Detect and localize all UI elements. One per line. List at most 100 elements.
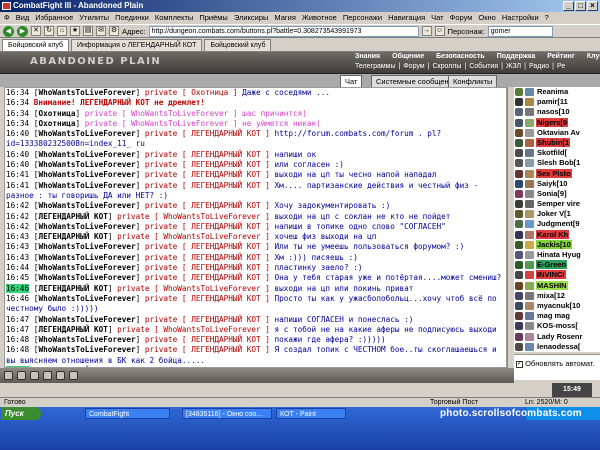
user-list-item[interactable]: Joker V[1	[514, 209, 600, 219]
smile-icon[interactable]	[4, 371, 13, 380]
game-nav-item[interactable]: Безопасность	[436, 53, 485, 60]
user-list-item[interactable]: MASHIN	[514, 280, 600, 291]
user-name[interactable]: nasos[10	[536, 107, 571, 116]
user-name[interactable]: INVINCI	[536, 270, 566, 280]
message-nick[interactable]: WhoWantsToLiveForever	[38, 129, 135, 138]
message-nick[interactable]: WhoWantsToLiveForever	[38, 335, 135, 344]
log-icon[interactable]	[69, 371, 78, 380]
message-nick[interactable]: WhoWantsToLiveForever	[38, 88, 135, 97]
menu-item[interactable]: Комплекты	[155, 12, 194, 24]
user-list-item[interactable]: Oktavian Av	[514, 128, 600, 138]
menu-item[interactable]: Избранное	[35, 12, 73, 24]
menu-item[interactable]: Приёмы	[199, 12, 227, 24]
favorites-icon[interactable]: ★	[70, 26, 80, 36]
message-private-tag[interactable]: private [ WhoWantsToLiveForever ]	[85, 109, 238, 118]
game-subnav-item[interactable]: Радио	[529, 63, 549, 70]
person-input[interactable]: gomer	[487, 25, 553, 37]
user-name[interactable]: KOS-moss[	[536, 321, 579, 330]
user-name[interactable]: Slesh Bob[1	[536, 158, 581, 167]
go-icon[interactable]: →	[421, 26, 432, 36]
user-list-item[interactable]: mag mag	[514, 311, 600, 321]
user-list-item[interactable]: Skotfild[	[514, 148, 600, 158]
user-list-item[interactable]: Judgment[9	[514, 219, 600, 229]
refresh-icon[interactable]: ↻	[44, 26, 54, 36]
game-subnav-item[interactable]: Скроллы	[432, 63, 461, 70]
home-icon[interactable]: ⌂	[57, 26, 67, 36]
message-private-tag[interactable]: private [ ЛЕГЕНДАРНЫЙ КОТ ]	[145, 335, 270, 344]
menu-item[interactable]: Форум	[450, 12, 473, 24]
user-name[interactable]: Saiyk[10	[536, 179, 568, 188]
translit-icon[interactable]	[56, 371, 65, 380]
taskbar-item-combatfight[interactable]: CombatFight	[85, 408, 170, 419]
message-nick[interactable]: WhoWantsToLiveForever	[38, 201, 135, 210]
user-list-item[interactable]: Semper vire	[514, 199, 600, 209]
message-nick[interactable]: Охотница	[38, 119, 75, 128]
menu-item[interactable]: Навигация	[388, 12, 425, 24]
message-nick[interactable]: WhoWantsToLiveForever	[38, 263, 135, 272]
filter-icon[interactable]	[17, 371, 26, 380]
menu-item[interactable]: Настройки	[502, 12, 539, 24]
message-nick[interactable]: WhoWantsToLiveForever	[38, 294, 135, 303]
message-nick[interactable]: WhoWantsToLiveForever	[38, 160, 135, 169]
user-name[interactable]: mixa[12	[536, 291, 566, 300]
message-private-tag[interactable]: private [ ЛЕГЕНДАРНЫЙ КОТ ]	[145, 345, 270, 354]
user-name[interactable]: Karol Kh	[536, 229, 570, 239]
message-nick[interactable]: WhoWantsToLiveForever	[38, 222, 135, 231]
menu-item[interactable]: Окно	[478, 12, 495, 24]
user-list-item[interactable]: mixa[12	[514, 291, 600, 301]
user-name[interactable]: Judgment[9	[536, 219, 581, 228]
game-subnav-item[interactable]: ЖЗЛ	[506, 63, 521, 70]
message-nick[interactable]: WhoWantsToLiveForever	[38, 242, 135, 251]
user-name[interactable]: Sonia[9]	[536, 189, 568, 198]
user-name[interactable]: Semper vire	[536, 199, 581, 208]
game-subnav-item[interactable]: События	[469, 63, 498, 70]
user-name[interactable]: mag mag	[536, 311, 571, 320]
message-nick[interactable]: Охотница	[38, 109, 75, 118]
user-name[interactable]: Joker V[1	[536, 209, 572, 218]
user-name[interactable]: Shubin[1	[536, 137, 571, 147]
menu-item[interactable]: Персонажи	[343, 12, 382, 24]
message-private-tag[interactable]: private [ WhoWantsToLiveForever ]	[85, 119, 238, 128]
clear-icon[interactable]	[30, 371, 39, 380]
tools-icon[interactable]: ⚙	[109, 26, 119, 36]
message-nick[interactable]: WhoWantsToLiveForever	[38, 150, 135, 159]
send-icon[interactable]	[43, 371, 52, 380]
message-private-tag[interactable]: private [ WhoWantsToLiveForever ]	[117, 325, 270, 334]
message-private-tag[interactable]: private [ ЛЕГЕНДАРНЫЙ КОТ ]	[145, 315, 270, 324]
browser-tab-3[interactable]: Бойцовский клуб	[204, 39, 272, 51]
message-nick[interactable]: WhoWantsToLiveForever	[38, 345, 135, 354]
menu-item[interactable]: Магия	[274, 12, 296, 24]
user-name[interactable]: Lady Rosenr	[536, 332, 583, 341]
user-list-item[interactable]: Sex Pisto	[514, 168, 600, 179]
message-private-tag[interactable]: private [ Охотница ]	[145, 88, 238, 97]
browser-tab-2[interactable]: Информация о ЛЕГЕНДАРНЫЙ КОТ	[71, 39, 203, 51]
user-list-item[interactable]: Karol Kh	[514, 229, 600, 240]
message-private-tag[interactable]: private [ ЛЕГЕНДАРНЫЙ КОТ ]	[145, 263, 270, 272]
user-list-item[interactable]: Sonia[9]	[514, 189, 600, 199]
user-name[interactable]: Nigers[9	[536, 117, 569, 127]
message-nick[interactable]: WhoWantsToLiveForever	[38, 315, 135, 324]
user-name[interactable]: pamir[11	[536, 97, 569, 106]
person-icon[interactable]: ☺	[434, 26, 445, 36]
taskbar-item-message[interactable]: [34835116] - Окно соо...	[182, 408, 272, 419]
message-nick[interactable]: WhoWantsToLiveForever	[38, 170, 135, 179]
user-list-item[interactable]: E-Green	[514, 260, 600, 270]
taskbar-item-paint[interactable]: КОТ - Paint	[276, 408, 346, 419]
game-subnav-item[interactable]: Форум	[403, 63, 424, 70]
address-input[interactable]: http://dungeon.combats.com/buttons.pl?ba…	[148, 25, 419, 37]
minimize-button[interactable]: _	[563, 1, 574, 11]
menu-item[interactable]: Поединки	[115, 12, 149, 24]
message-private-tag[interactable]: private [ ЛЕГЕНДАРНЫЙ КОТ ]	[145, 222, 270, 231]
user-list-item[interactable]: Lady Rosenr	[514, 332, 600, 342]
print-icon[interactable]: ▤	[83, 26, 93, 36]
message-nick[interactable]: WhoWantsToLiveForever	[38, 181, 135, 190]
user-list-item[interactable]: INVINCI	[514, 270, 600, 280]
message-nick[interactable]: WhoWantsToLiveForever	[38, 253, 135, 262]
user-name[interactable]: Oktavian Av	[536, 128, 581, 137]
user-name[interactable]: lenaodessa[	[536, 342, 581, 351]
start-button[interactable]: Пуск	[1, 407, 41, 420]
user-name[interactable]: Sex Pisto	[536, 168, 572, 178]
message-private-tag[interactable]: private [ ЛЕГЕНДАРНЫЙ КОТ ]	[145, 242, 270, 251]
auto-refresh-checkbox[interactable]: ✓	[516, 360, 523, 368]
message-private-tag[interactable]: private [ ЛЕГЕНДАРНЫЙ КОТ ]	[145, 253, 270, 262]
